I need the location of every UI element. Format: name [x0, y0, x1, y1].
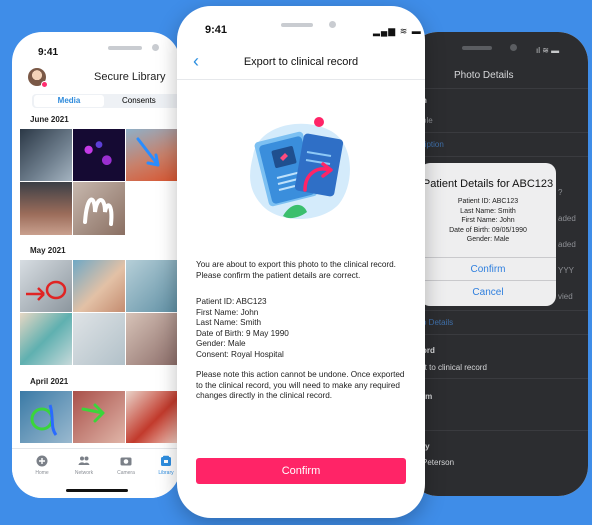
patient-line: First Name: John: [196, 307, 259, 317]
photo-thumbnail[interactable]: [20, 391, 72, 443]
photo-thumbnail[interactable]: [126, 391, 180, 443]
tab-label: Home: [35, 470, 49, 476]
patient-line: Patient ID: ABC123: [196, 297, 267, 306]
alert-confirm-button[interactable]: Confirm: [420, 257, 556, 280]
dim-value: aded: [558, 214, 576, 223]
dim-value: vied: [558, 292, 573, 301]
status-icons: ıl ≋ ▬: [536, 46, 560, 55]
alert-line: First Name: John: [461, 217, 515, 224]
people-icon: [78, 456, 90, 465]
export-documents-illustration: [250, 117, 350, 219]
photo-thumbnail[interactable]: [20, 182, 72, 235]
patient-line: Last Name: Smith: [196, 318, 262, 327]
dim-link: o Details: [422, 318, 454, 327]
camera-icon: [120, 457, 132, 466]
annotation-circle-icon: [26, 280, 67, 301]
navigation-bar: ‹ Export to clinical record: [177, 44, 425, 80]
page-title: Photo Details: [454, 70, 514, 81]
photo-thumbnail[interactable]: [126, 260, 180, 312]
annotation-arrow-icon: [81, 403, 105, 423]
photo-thumbnail[interactable]: [20, 260, 72, 312]
patient-line: Date of Birth: 9 May 1990: [196, 328, 289, 338]
confirm-button[interactable]: Confirm: [196, 458, 406, 484]
camera-dot: [510, 44, 517, 51]
alert-cancel-button[interactable]: Cancel: [420, 280, 556, 303]
photo-thumbnail[interactable]: [73, 182, 125, 235]
section-may-2021: May 2021: [30, 246, 66, 255]
annotation-squiggle-icon: [83, 197, 114, 226]
dim-value: rt to clinical record: [422, 363, 487, 372]
page-title: Export to clinical record: [243, 56, 359, 68]
photo-thumbnail[interactable]: [73, 313, 125, 365]
alert-line: Patient ID: ABC123: [457, 198, 519, 205]
status-time: 9:41: [205, 24, 228, 36]
photo-thumbnail[interactable]: [73, 391, 125, 443]
patient-line: Consent: Royal Hospital: [196, 349, 284, 359]
tab-home[interactable]: Home: [22, 455, 62, 476]
divider: [408, 334, 588, 335]
left-phone: 9:41 Secure Library Media Consents D Jun…: [12, 32, 180, 498]
dim-value: ?: [558, 188, 563, 197]
photo-thumbnail[interactable]: [20, 129, 72, 181]
alert-line: Last Name: Smith: [460, 207, 516, 215]
divider: [408, 378, 588, 379]
section-june-2021: June 2021: [30, 115, 69, 124]
alert-details: Patient ID: ABC123 Last Name: Smith Firs…: [420, 197, 556, 245]
dim-link: ription: [422, 140, 444, 149]
notification-badge: [41, 81, 48, 88]
library-header: Secure Library: [12, 64, 180, 94]
dim-value: YYY: [558, 266, 575, 275]
patient-details: Patient ID: ABC123 First Name: John Last…: [196, 297, 410, 360]
annotation-arrow-icon: [136, 137, 160, 167]
center-phone: 9:41 ▂▄▆ ≋ ▬ ‹ Export to clinical record…: [177, 6, 425, 518]
alert-line: Date of Birth: 09/05/1990: [449, 226, 527, 234]
divider: [408, 310, 588, 311]
photo-thumbnail[interactable]: [126, 129, 180, 181]
status-time: 9:41: [38, 47, 59, 58]
tab-label: Camera: [117, 470, 135, 476]
tab-label: Network: [74, 470, 94, 476]
alert-line: Gender: Male: [466, 236, 510, 243]
alert-title: Patient Details for ABC123: [422, 178, 554, 190]
photo-thumbnail[interactable]: [73, 129, 125, 181]
home-indicator: [66, 489, 128, 492]
photo-thumbnail[interactable]: [20, 313, 72, 365]
divider: [408, 88, 588, 89]
page-title: Secure Library: [94, 71, 166, 83]
segment-media[interactable]: Media: [34, 95, 104, 107]
photo-thumbnail[interactable]: [126, 313, 180, 365]
patient-line: Gender: Male: [196, 339, 246, 348]
segment-consents[interactable]: Consents: [122, 96, 156, 105]
tab-bar: Home Network Camera Library: [12, 448, 180, 498]
tab-label: Library: [158, 470, 174, 476]
tab-library[interactable]: Library: [146, 455, 180, 476]
divider: [408, 132, 588, 133]
annotation-marks-icon: [30, 404, 58, 436]
divider: [408, 430, 588, 431]
patient-details-alert: Patient Details for ABC123 Patient ID: A…: [420, 163, 556, 306]
photo-thumbnail[interactable]: [73, 260, 125, 312]
tab-network[interactable]: Network: [64, 455, 104, 476]
divider: [408, 156, 588, 157]
status-icons: ▂▄▆ ≋ ▬: [373, 26, 422, 36]
speaker-pill: [462, 46, 492, 50]
dim-value: aded: [558, 240, 576, 249]
warning-note: Please note this action cannot be undone…: [196, 370, 405, 400]
segmented-control: Media Consents D: [32, 94, 180, 108]
section-april-2021: April 2021: [30, 377, 69, 386]
intro-text: You are about to export this photo to th…: [196, 260, 396, 280]
camera-dot: [329, 21, 336, 28]
plus-circle-icon: [36, 455, 48, 467]
camera-dot: [152, 44, 159, 51]
dim-value: Peterson: [422, 458, 455, 467]
speaker-pill: [108, 46, 142, 50]
library-icon: [161, 455, 171, 466]
tab-camera[interactable]: Camera: [106, 455, 146, 476]
speaker-pill: [281, 23, 313, 27]
